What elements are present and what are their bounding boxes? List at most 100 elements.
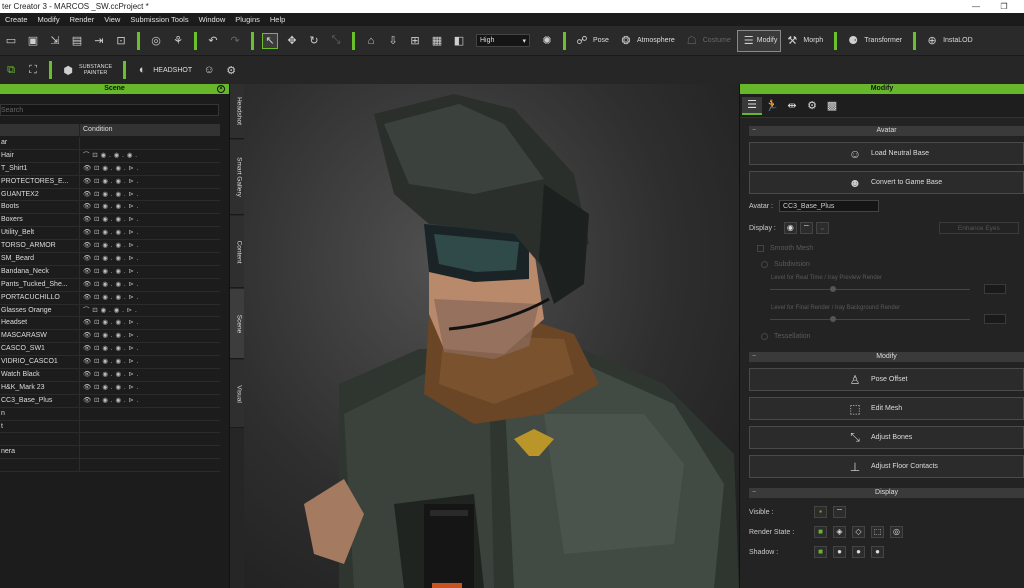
table-row[interactable]: t	[0, 420, 220, 434]
fit-icon[interactable]: ⇩	[385, 33, 401, 49]
table-row[interactable]: Bandana_Neck 👁 ⊡ ◉ . ◉ . ⊳ .	[0, 265, 220, 279]
menu-view[interactable]: View	[99, 13, 125, 26]
final-level-slider[interactable]	[770, 314, 1006, 324]
instalod-button[interactable]: InstaLOD	[943, 37, 973, 44]
render-icon[interactable]: ◎	[148, 33, 164, 49]
close-icon[interactable]: ×	[217, 85, 225, 93]
table-row[interactable]: n	[0, 407, 220, 421]
object-condition[interactable]: 👁 ⊡ ◉ . ◉ . ⊳ .	[80, 395, 220, 407]
scene-search-input[interactable]: Search	[0, 104, 219, 116]
face-icon[interactable]: ☺	[201, 62, 217, 78]
table-row[interactable]: T_Shirt1 👁 ⊡ ◉ . ◉ . ⊳ .	[0, 162, 220, 176]
pose-offset-button[interactable]: ♙ Pose Offset	[749, 368, 1024, 391]
final-level-value[interactable]	[984, 314, 1006, 324]
pipeline-icon[interactable]: ⚘	[170, 33, 186, 49]
object-condition[interactable]: ⌒ ⊡ ◉ . ◉ . ⊳ .	[80, 305, 220, 317]
tab-headshot[interactable]: Headshot	[230, 84, 244, 139]
table-row[interactable]: VIDRIO_CASCO1 👁 ⊡ ◉ . ◉ . ⊳ .	[0, 356, 220, 370]
adjust-bones-button[interactable]: ⤡ Adjust Bones	[749, 426, 1024, 449]
tessellation-radio[interactable]	[761, 332, 768, 340]
frame-icon[interactable]: ⊞	[407, 33, 423, 49]
menu-submission-tools[interactable]: Submission Tools	[125, 13, 193, 26]
morph-button[interactable]: Morph	[803, 37, 823, 44]
shadow-both-icon[interactable]: ●	[852, 546, 865, 558]
table-row[interactable]: Glasses Orange ⌒ ⊡ ◉ . ◉ . ⊳ .	[0, 304, 220, 318]
menu-modify[interactable]: Modify	[33, 13, 65, 26]
instalod-icon[interactable]: ⊕	[924, 33, 940, 49]
table-row[interactable]: Utility_Belt 👁 ⊡ ◉ . ◉ . ⊳ .	[0, 227, 220, 241]
table-row[interactable]: Boxers 👁 ⊡ ◉ . ◉ . ⊳ .	[0, 214, 220, 228]
select-icon[interactable]: ↖	[262, 32, 278, 49]
bounding-box-icon[interactable]: ⬚	[871, 526, 884, 538]
menu-create[interactable]: Create	[0, 13, 33, 26]
object-condition[interactable]: 👁 ⊡ ◉ . ◉ . ⊳ .	[80, 201, 220, 213]
table-row[interactable]	[0, 459, 220, 473]
quality-select[interactable]: High ▾	[476, 34, 530, 47]
xray-render-icon[interactable]: ◎	[890, 526, 903, 538]
object-condition[interactable]: 👁 ⊡ ◉ . ◉ . ⊳ .	[80, 214, 220, 226]
settings-icon[interactable]: ⚙	[223, 62, 239, 78]
menu-render[interactable]: Render	[65, 13, 100, 26]
column-name-header[interactable]	[0, 124, 80, 136]
object-condition[interactable]: 👁 ⊡ ◉ . ◉ . ⊳ .	[80, 227, 220, 239]
textured-render-icon[interactable]: ◈	[833, 526, 846, 538]
3d-viewport[interactable]	[244, 84, 739, 588]
garment-icon[interactable]: ⛶	[25, 62, 41, 78]
physics-tab-icon[interactable]: ⇹	[782, 97, 802, 115]
pose-button[interactable]: Pose	[593, 37, 609, 44]
lashes-icon[interactable]: ⌔	[799, 222, 813, 234]
save-icon[interactable]: ▣	[25, 33, 41, 49]
tab-visual[interactable]: Visual	[230, 360, 244, 428]
headshot-button[interactable]: HEADSHOT	[153, 67, 192, 74]
atmosphere-icon[interactable]: ❂	[618, 33, 634, 49]
shadow-off-icon[interactable]: ●	[871, 546, 884, 558]
object-condition[interactable]: 👁 ⊡ ◉ . ◉ . ⊳ .	[80, 163, 220, 175]
tab-scene[interactable]: Scene	[230, 289, 244, 359]
undo-icon[interactable]: ↶	[205, 33, 221, 49]
object-condition[interactable]	[80, 459, 220, 471]
table-row[interactable]: SM_Beard 👁 ⊡ ◉ . ◉ . ⊳ .	[0, 253, 220, 266]
open-icon[interactable]: ▭	[3, 33, 19, 49]
brow-icon[interactable]: ⌄	[815, 222, 829, 234]
shadow-receive-icon[interactable]: ●	[833, 546, 846, 558]
attributes-tab-icon[interactable]: ☰	[742, 96, 762, 115]
menu-help[interactable]: Help	[265, 13, 290, 26]
object-condition[interactable]: 👁 ⊡ ◉ . ◉ . ⊳ .	[80, 292, 220, 304]
costume-button[interactable]: Costume	[703, 37, 731, 44]
motion-tab-icon[interactable]: 🏃	[762, 97, 782, 115]
table-row[interactable]: MASCARASW 👁 ⊡ ◉ . ◉ . ⊳ .	[0, 330, 220, 344]
edit-mesh-button[interactable]: ⬚ Edit Mesh	[749, 397, 1024, 420]
object-condition[interactable]	[80, 137, 220, 149]
slider-knob[interactable]	[830, 286, 836, 292]
substance-painter-button[interactable]: SUBSTANCE PAINTER	[79, 64, 112, 76]
table-row[interactable]: TORSO_ARMOR 👁 ⊡ ◉ . ◉ . ⊳ .	[0, 240, 220, 254]
table-row[interactable]: nera	[0, 446, 220, 460]
avatar-field[interactable]: CC3_Base_Plus	[779, 200, 879, 212]
display-section-header[interactable]: − Display	[749, 488, 1024, 498]
shadow-cast-icon[interactable]: ■	[814, 546, 827, 558]
atmosphere-button[interactable]: Atmosphere	[637, 37, 675, 44]
slider-knob[interactable]	[830, 316, 836, 322]
tab-smart-gallery[interactable]: Smart Gallery	[230, 140, 244, 215]
table-row[interactable]: CASCO_SW1 👁 ⊡ ◉ . ◉ . ⊳ .	[0, 343, 220, 357]
object-condition[interactable]: 👁 ⊡ ◉ . ◉ . ⊳ .	[80, 240, 220, 252]
object-condition[interactable]: 👁 ⊡ ◉ . ◉ . ⊳ .	[80, 176, 220, 188]
restore-button[interactable]: ❐	[994, 0, 1014, 13]
rotate-icon[interactable]: ↻	[306, 33, 322, 49]
headshot-icon[interactable]: ◐	[134, 62, 150, 78]
transformer-icon[interactable]: ⚈	[845, 33, 861, 49]
table-row[interactable]: Pants_Tucked_She... 👁 ⊡ ◉ . ◉ . ⊳ .	[0, 278, 220, 292]
table-row[interactable]: ar	[0, 137, 220, 150]
object-condition[interactable]	[80, 421, 220, 433]
table-row[interactable]: Watch Black 👁 ⊡ ◉ . ◉ . ⊳ .	[0, 369, 220, 382]
perspective-icon[interactable]: ◧	[451, 33, 467, 49]
character-icon[interactable]: ⧉	[3, 62, 19, 78]
camera-icon[interactable]: ▦	[429, 33, 445, 49]
morph-icon[interactable]: ⚒	[784, 33, 800, 49]
pose-icon[interactable]: ☍	[574, 33, 590, 49]
realtime-level-slider[interactable]	[770, 284, 1006, 294]
object-condition[interactable]: 👁 ⊡ ◉ . ◉ . ⊳ .	[80, 356, 220, 368]
eye-icon[interactable]: ◉	[783, 222, 797, 234]
solid-render-icon[interactable]: ■	[814, 526, 827, 538]
convert-to-game-base-button[interactable]: ☻ Convert to Game Base	[749, 171, 1024, 194]
